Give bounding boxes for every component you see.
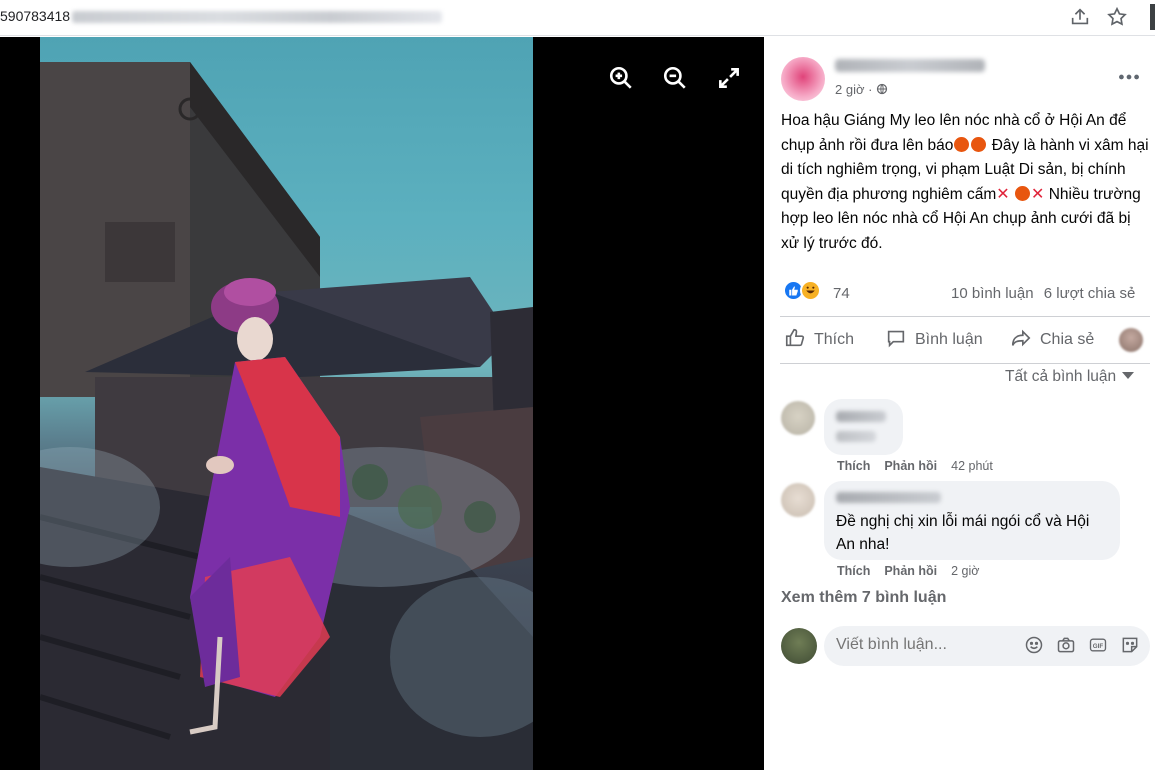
svg-text:GIF: GIF — [1093, 643, 1104, 650]
globe-icon — [876, 83, 888, 95]
post-timestamp[interactable]: 2 giờ · — [835, 82, 888, 97]
commenter-name-blurred[interactable] — [836, 492, 941, 503]
post-stats: 10 bình luận 6 lượt chia sẻ — [951, 285, 1135, 302]
comment-composer: GIF — [824, 626, 1150, 666]
photo-viewer — [0, 37, 764, 770]
comment-input[interactable] — [836, 636, 1016, 654]
comments-count[interactable]: 10 bình luận — [951, 285, 1034, 302]
emoji-icon[interactable] — [1024, 635, 1044, 655]
author-name-blurred[interactable] — [835, 59, 985, 72]
comment-meta: Thích Phản hồi 2 giờ — [837, 564, 979, 578]
window-edge — [1150, 4, 1155, 30]
zoom-in-icon[interactable] — [608, 65, 634, 91]
url-text: 590783418 — [0, 8, 71, 24]
star-icon[interactable] — [1106, 6, 1128, 28]
url-blurred — [72, 11, 443, 24]
comment-text-blurred — [836, 431, 876, 442]
comment-time[interactable]: 42 phút — [951, 459, 993, 473]
cross-mark-icon: ✕ — [1031, 185, 1045, 203]
comment-bubble — [824, 399, 903, 455]
comment-reply-link[interactable]: Phản hồi — [884, 459, 937, 473]
commenter-avatar[interactable] — [781, 401, 815, 435]
share-arrow-icon — [1011, 329, 1031, 347]
chevron-down-icon — [1122, 372, 1135, 379]
haha-reaction-icon — [800, 280, 821, 301]
like-button[interactable]: Thích — [784, 327, 854, 351]
fullscreen-icon[interactable] — [716, 65, 742, 91]
divider — [780, 363, 1150, 364]
url-field[interactable]: 590783418 — [0, 8, 443, 24]
post-panel: 2 giờ · Hoa hậu Giáng My leo lên nóc nhà… — [764, 37, 1155, 770]
share-icon[interactable] — [1069, 6, 1091, 28]
comment-reply-link[interactable]: Phản hồi — [884, 564, 937, 578]
camera-icon[interactable] — [1056, 635, 1076, 655]
angry-emoji-icon — [971, 136, 987, 152]
author-avatar[interactable] — [781, 57, 825, 101]
share-button[interactable]: Chia sẻ — [1010, 327, 1094, 351]
comment-like-link[interactable]: Thích — [837, 459, 870, 473]
comment-text: Đề nghị chị xin lỗi mái ngói cổ và Hội A… — [836, 513, 1090, 553]
comment-meta: Thích Phản hồi 42 phút — [837, 459, 993, 473]
commenter-avatar[interactable] — [781, 483, 815, 517]
reaction-count[interactable]: 74 — [833, 285, 850, 302]
sticker-icon[interactable] — [1120, 635, 1140, 655]
current-user-avatar[interactable] — [781, 628, 817, 664]
angry-emoji-icon — [1015, 185, 1031, 201]
reactor-avatar[interactable] — [1119, 328, 1143, 352]
angry-emoji-icon — [954, 136, 970, 152]
divider — [780, 316, 1150, 317]
zoom-out-icon[interactable] — [662, 65, 688, 91]
thumbs-up-icon — [785, 328, 805, 347]
post-photo[interactable] — [40, 37, 533, 770]
post-text: Hoa hậu Giáng My leo lên nóc nhà cổ ở Hộ… — [781, 112, 1149, 252]
gif-icon[interactable]: GIF — [1088, 635, 1108, 655]
view-more-comments-link[interactable]: Xem thêm 7 bình luận — [781, 589, 946, 607]
comment-bubble: Đề nghị chị xin lỗi mái ngói cổ và Hội A… — [824, 481, 1120, 560]
comment-filter-dropdown[interactable]: Tất cả bình luận — [1005, 368, 1135, 386]
commenter-name-blurred[interactable] — [836, 411, 886, 422]
comment-button[interactable]: Bình luận — [885, 327, 983, 351]
cross-mark-icon: ✕ — [996, 185, 1010, 203]
shares-count[interactable]: 6 lượt chia sẻ — [1044, 285, 1136, 302]
comment-time[interactable]: 2 giờ — [951, 564, 979, 578]
comment-icon — [887, 330, 905, 348]
browser-address-bar: 590783418 — [0, 0, 1155, 36]
photo-illustration — [40, 62, 533, 770]
more-options-icon[interactable] — [1116, 64, 1142, 90]
comment-like-link[interactable]: Thích — [837, 564, 870, 578]
